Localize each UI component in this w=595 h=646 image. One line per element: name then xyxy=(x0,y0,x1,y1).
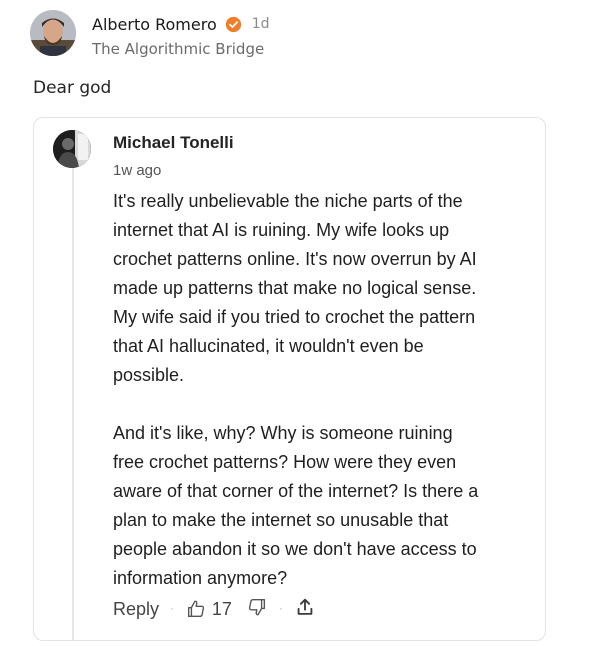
dislike-button[interactable] xyxy=(246,596,268,623)
reply-timestamp[interactable]: 1w ago xyxy=(113,162,161,179)
reply-button[interactable]: Reply xyxy=(113,599,159,620)
post-author-name[interactable]: Alberto Romero xyxy=(92,15,217,34)
comment-actions: Reply · 17 · xyxy=(113,596,316,622)
share-button[interactable] xyxy=(294,596,316,623)
separator-dot: · xyxy=(170,602,174,616)
author-avatar[interactable] xyxy=(30,10,76,56)
reply-avatar-image xyxy=(53,130,91,168)
reply-line: crochet patterns online. It's now overru… xyxy=(113,249,477,269)
reply-line: possible. xyxy=(113,365,185,385)
reply-line: My wife said if you tried to crochet the… xyxy=(113,307,476,327)
reply-line: free crochet patterns? How were they eve… xyxy=(113,452,457,472)
thumbs-down-icon xyxy=(246,596,268,618)
reply-line: And it's like, why? Why is someone ruini… xyxy=(113,423,453,443)
reply-line: made up patterns that make no logical se… xyxy=(113,278,477,298)
reply-line: that AI hallucinated, it wouldn't even b… xyxy=(113,336,424,356)
reply-line: information anymore? xyxy=(113,568,288,588)
reply-line: people abandon it so we don't have acces… xyxy=(113,539,477,559)
reply-author-name[interactable]: Michael Tonelli xyxy=(113,133,234,153)
verified-badge-icon xyxy=(225,16,242,33)
reply-line: aware of that corner of the internet? Is… xyxy=(113,481,479,501)
post-author-row: Alberto Romero 1d xyxy=(92,12,270,36)
separator-dot: · xyxy=(278,602,283,616)
like-count: 17 xyxy=(211,598,232,619)
thumbs-up-icon xyxy=(185,598,207,620)
like-button[interactable]: 17 xyxy=(185,598,232,620)
reply-line: plan to make the internet so unusable th… xyxy=(113,510,449,530)
reply-line: It's really unbelievable the niche parts… xyxy=(113,191,463,211)
share-icon xyxy=(294,596,316,618)
thread-line xyxy=(72,168,74,640)
post-text: Dear god xyxy=(33,78,112,98)
reply-author-avatar[interactable] xyxy=(53,130,91,168)
reply-line: internet that AI is ruining. My wife loo… xyxy=(113,220,450,240)
post-publication[interactable]: The Algorithmic Bridge xyxy=(92,40,264,58)
post-timestamp[interactable]: 1d xyxy=(252,16,270,32)
reply-body: It's really unbelievable the niche parts… xyxy=(113,187,533,593)
author-avatar-image xyxy=(30,10,76,56)
